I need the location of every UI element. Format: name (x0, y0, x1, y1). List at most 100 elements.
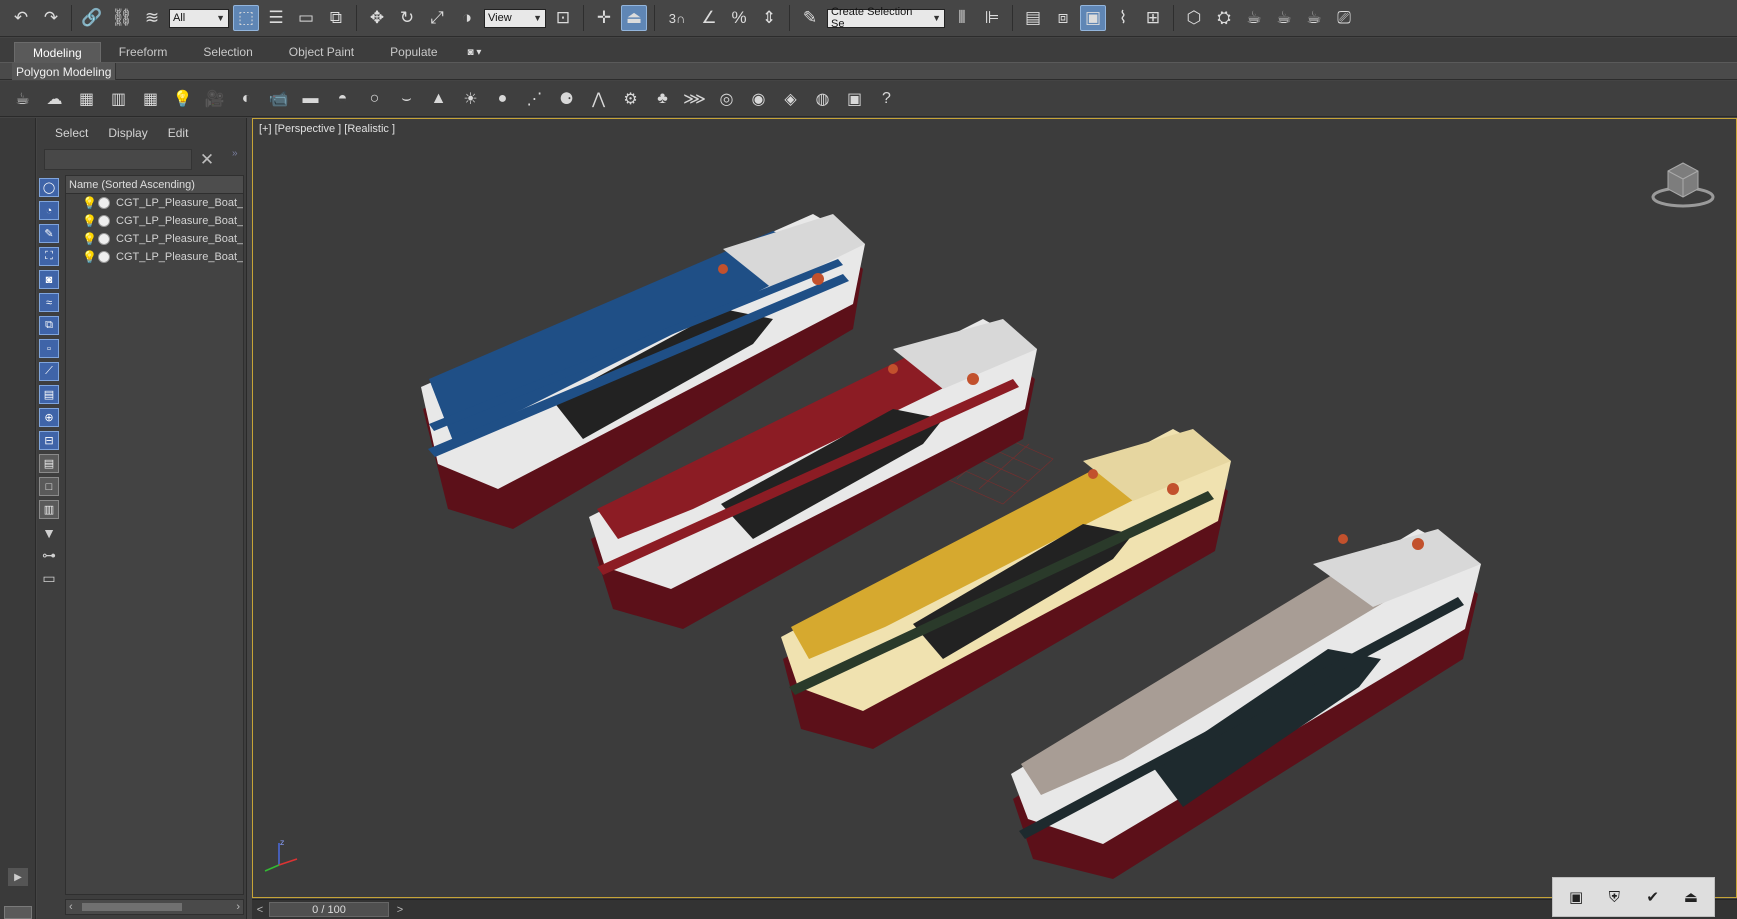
usb-drive-icon[interactable]: ⏏ (1680, 886, 1702, 908)
scrollbar-thumb[interactable] (82, 903, 182, 911)
scroll-left-icon[interactable]: ‹ (69, 901, 73, 913)
edit-named-selection-icon[interactable]: ✎ (797, 5, 823, 31)
display-all-icon[interactable]: ▤ (39, 454, 59, 473)
freeze-toggle-icon[interactable] (98, 215, 110, 227)
select-object-icon[interactable]: ⬚ (233, 5, 259, 31)
grid-table-icon[interactable]: ▦ (136, 86, 165, 112)
checkmark-icon[interactable]: ✔ (1642, 886, 1664, 908)
move-icon[interactable]: ✥ (364, 5, 390, 31)
frame-buffer-icon[interactable]: ▣ (840, 86, 869, 112)
rotate-icon[interactable]: ↻ (394, 5, 420, 31)
pivot-center-icon[interactable]: ⊡ (550, 5, 576, 31)
shell-icon[interactable]: ◎ (712, 86, 741, 112)
display-xrefs-icon[interactable]: ▫ (39, 339, 59, 358)
chevron-right-icon[interactable]: > (393, 903, 407, 916)
display-containers-icon[interactable]: ▤ (39, 385, 59, 404)
shield-icon[interactable]: ⛨ (1603, 886, 1625, 908)
physical-camera-icon[interactable]: 📹 (264, 86, 293, 112)
image-plane-icon[interactable]: ▦ (72, 86, 101, 112)
bind-space-warp-icon[interactable]: ≋ (139, 5, 165, 31)
help-icon[interactable]: ? (872, 86, 901, 112)
sun-icon[interactable]: ☀ (456, 86, 485, 112)
keyboard-shortcut-override-icon[interactable]: ⏏ (621, 5, 647, 31)
table-icon[interactable]: ▥ (104, 86, 133, 112)
filter-children-icon[interactable]: ⊶ (39, 546, 59, 565)
sphere-icon[interactable]: ○ (360, 86, 389, 112)
link-icon[interactable]: 🔗 (79, 5, 105, 31)
display-shapes-icon[interactable]: ◔ (39, 201, 59, 220)
horizontal-scrollbar[interactable]: ‹ › (65, 899, 244, 915)
filter-icon[interactable]: ▼ (39, 523, 59, 542)
spinner-snap-icon[interactable]: ⇕ (756, 5, 782, 31)
polygon-modeling-label[interactable]: Polygon Modeling (12, 63, 117, 80)
render-region-icon[interactable]: ◍ (808, 86, 837, 112)
view-cube-icon[interactable] (1648, 153, 1718, 213)
percent-snap-icon[interactable]: % (726, 5, 752, 31)
display-groups-icon[interactable]: ⧉ (39, 316, 59, 335)
menu-display[interactable]: Display (108, 126, 147, 144)
display-space-warps-icon[interactable]: ≈ (39, 293, 59, 312)
light-bulb-icon[interactable]: 💡 (168, 86, 197, 112)
list-item[interactable]: 💡 CGT_LP_Pleasure_Boat_0 (66, 212, 243, 230)
light-bulb-icon[interactable]: 💡 (82, 250, 97, 264)
menu-select[interactable]: Select (55, 126, 88, 144)
schematic-view-icon[interactable]: ⊞ (1140, 5, 1166, 31)
material-ball-icon[interactable]: ◉ (744, 86, 773, 112)
chevron-left-icon[interactable]: < (253, 903, 267, 916)
display-lights-icon[interactable]: ✎ (39, 224, 59, 243)
display-invert-icon[interactable]: ▥ (39, 500, 59, 519)
reference-coordinate-dropdown[interactable]: View ▼ (484, 8, 546, 28)
bowl-icon[interactable]: ⌣ (392, 86, 421, 112)
grass-icon[interactable]: ♣ (648, 86, 677, 112)
ribbon-options-icon[interactable]: ◙ ▾ (456, 42, 494, 62)
toggle-ribbon-icon[interactable]: ▣ (1080, 5, 1106, 31)
display-none-icon[interactable]: □ (39, 477, 59, 496)
place-icon[interactable]: ◑ (454, 5, 480, 31)
tab-freeform[interactable]: Freeform (101, 42, 186, 62)
sphere-light-icon[interactable]: ◐ (232, 86, 261, 112)
sphere-solid-icon[interactable]: ● (488, 86, 517, 112)
scroll-right-icon[interactable]: › (236, 901, 240, 913)
rectangular-selection-icon[interactable]: ▭ (293, 5, 319, 31)
window-crossing-icon[interactable]: ⧉ (323, 5, 349, 31)
render-cloud-icon[interactable]: ⎚ (1331, 5, 1357, 31)
display-cameras-icon[interactable]: ⛶ (39, 247, 59, 266)
undo-icon[interactable]: ↶ (8, 5, 34, 31)
menu-edit[interactable]: Edit (168, 126, 189, 144)
select-manipulate-icon[interactable]: ✛ (591, 5, 617, 31)
expand-panel-icon[interactable]: » (232, 148, 244, 160)
perspective-viewport[interactable]: [+] [Perspective ] [Realistic ] z (252, 118, 1737, 898)
scene-explorer-toggle-icon[interactable]: ⧈ (1050, 5, 1076, 31)
cone-icon[interactable]: ▲ (424, 86, 453, 112)
material-editor-icon[interactable]: ⬡ (1181, 5, 1207, 31)
freeze-toggle-icon[interactable] (98, 197, 110, 209)
select-by-name-icon[interactable]: ☰ (263, 5, 289, 31)
sort-layers-icon[interactable]: ▭ (39, 569, 59, 588)
tab-object-paint[interactable]: Object Paint (271, 42, 372, 62)
selection-filter-dropdown[interactable]: All ▼ (169, 8, 229, 28)
render-iterative-icon[interactable]: ☕ (1301, 5, 1327, 31)
list-item[interactable]: 💡 CGT_LP_Pleasure_Boat_0 (66, 194, 243, 212)
play-icon[interactable]: ▶ (8, 868, 28, 886)
light-bulb-icon[interactable]: 💡 (82, 214, 97, 228)
rendered-frame-window-icon[interactable]: ☕ (1241, 5, 1267, 31)
unlink-icon[interactable]: ⛓ (109, 5, 135, 31)
tab-selection[interactable]: Selection (185, 42, 270, 62)
particle-icon[interactable]: ⚈ (552, 86, 581, 112)
display-bones-icon[interactable]: ⟋ (39, 362, 59, 381)
camera-icon[interactable]: 🎥 (200, 86, 229, 112)
align-icon[interactable]: ⊫ (979, 5, 1005, 31)
strip-toggle-button[interactable] (4, 906, 32, 919)
mirror-icon[interactable]: ⫴ (949, 5, 975, 31)
angle-snap-icon[interactable]: ∠ (696, 5, 722, 31)
scale-icon[interactable]: ⤢ (424, 5, 450, 31)
teapot-icon[interactable]: ☕ (8, 86, 37, 112)
light-bulb-icon[interactable]: 💡 (82, 232, 97, 246)
named-selection-dropdown[interactable]: Create Selection Se ▼ (827, 6, 945, 30)
hair-icon[interactable]: ⋰ (520, 86, 549, 112)
box-primitive-icon[interactable]: ▬ (296, 86, 325, 112)
list-item[interactable]: 💡 CGT_LP_Pleasure_Boat_0 (66, 248, 243, 266)
render-setup-icon[interactable]: ⛭ (1211, 5, 1237, 31)
material-map-icon[interactable]: ◈ (776, 86, 805, 112)
layer-manager-icon[interactable]: ▤ (1020, 5, 1046, 31)
